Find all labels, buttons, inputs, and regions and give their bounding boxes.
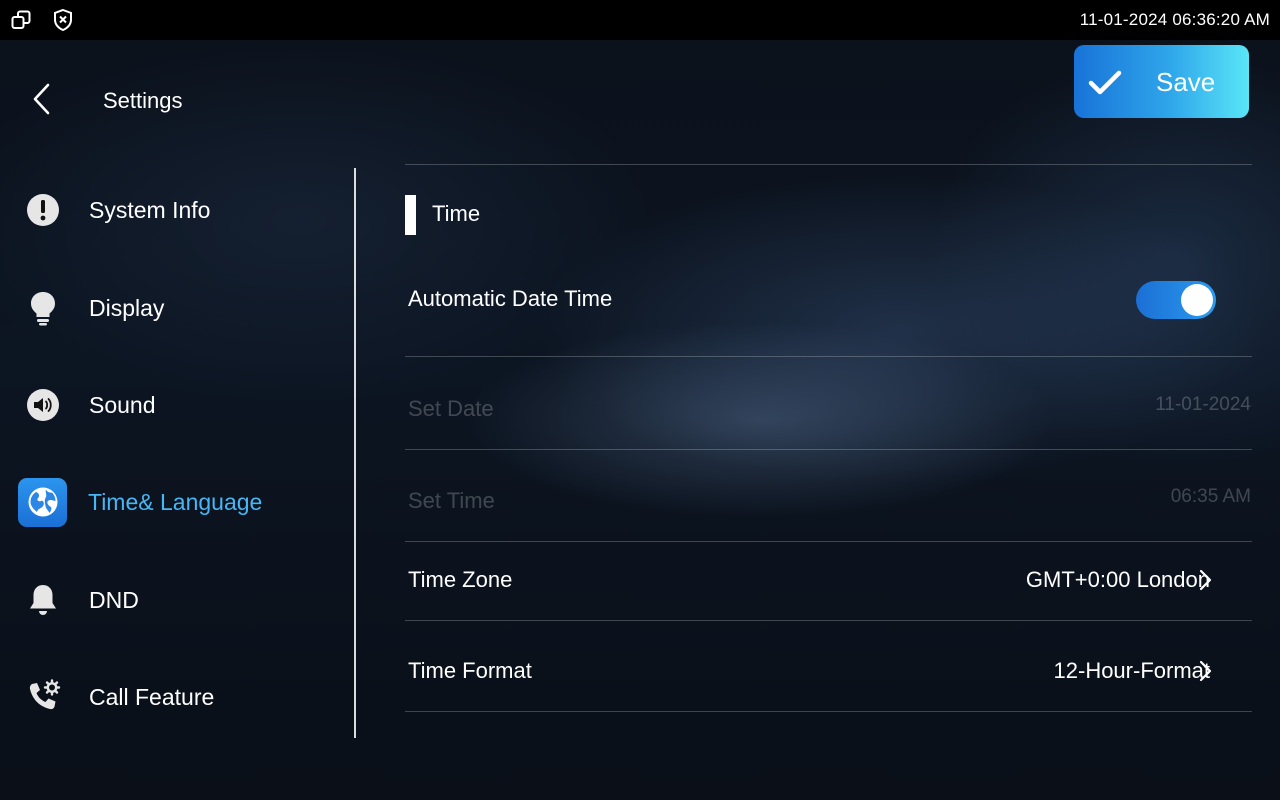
sidebar-item-call-feature[interactable]: Call Feature bbox=[18, 667, 338, 727]
sidebar-item-label: Time& Language bbox=[88, 488, 263, 515]
chevron-right-icon bbox=[1196, 660, 1214, 682]
globe-icon bbox=[18, 477, 67, 527]
sidebar-item-label: Display bbox=[89, 294, 165, 321]
toggle-knob bbox=[1181, 284, 1213, 316]
sidebar-item-sound[interactable]: Sound bbox=[18, 375, 338, 435]
page-title: Settings bbox=[103, 88, 183, 113]
status-bar: 11-01-2024 06:36:20 AM bbox=[0, 0, 1280, 40]
shield-icon bbox=[52, 8, 74, 32]
info-exclamation-icon bbox=[18, 185, 68, 235]
checkmark-icon bbox=[1088, 67, 1122, 102]
speaker-icon bbox=[18, 380, 68, 430]
sidebar-item-label: Sound bbox=[89, 391, 156, 418]
set-date-label: Set Date bbox=[408, 396, 494, 421]
section-title: Time bbox=[432, 201, 481, 226]
divider bbox=[405, 356, 1252, 357]
sidebar-divider bbox=[354, 168, 356, 738]
set-date-value: 11-01-2024 bbox=[1155, 394, 1251, 415]
sidebar-item-label: System Info bbox=[89, 196, 211, 223]
back-button[interactable] bbox=[22, 82, 60, 120]
sidebar-item-label: DND bbox=[89, 586, 139, 613]
divider bbox=[405, 711, 1252, 712]
sidebar-item-label: Call Feature bbox=[89, 683, 215, 710]
window-switch-icon bbox=[10, 9, 32, 31]
time-format-value: 12-Hour-Format bbox=[1053, 658, 1210, 683]
sidebar-item-dnd[interactable]: DND bbox=[18, 570, 338, 630]
divider bbox=[405, 449, 1252, 450]
sidebar-item-display[interactable]: Display bbox=[18, 278, 338, 338]
set-time-value: 06:35 AM bbox=[1170, 486, 1251, 507]
automatic-date-time-toggle[interactable] bbox=[1136, 281, 1216, 319]
automatic-date-time-label: Automatic Date Time bbox=[408, 286, 613, 311]
divider bbox=[405, 164, 1252, 165]
save-button[interactable]: Save bbox=[1074, 45, 1249, 118]
phone-gear-icon bbox=[18, 672, 68, 722]
status-icons bbox=[10, 8, 74, 32]
set-time-label: Set Time bbox=[408, 488, 495, 513]
section-marker bbox=[405, 195, 416, 235]
time-zone-value: GMT+0:00 London bbox=[1025, 567, 1210, 592]
bell-icon bbox=[18, 575, 68, 625]
status-clock: 11-01-2024 06:36:20 AM bbox=[1079, 10, 1270, 29]
lightbulb-icon bbox=[18, 283, 68, 333]
save-label: Save bbox=[1156, 67, 1216, 97]
sidebar-item-time-language[interactable]: Time& Language bbox=[18, 472, 338, 532]
chevron-left-icon bbox=[31, 82, 51, 121]
time-zone-label: Time Zone bbox=[408, 567, 513, 592]
sidebar-item-system-info[interactable]: System Info bbox=[18, 180, 338, 240]
sidebar bbox=[0, 160, 354, 750]
time-format-label: Time Format bbox=[408, 658, 532, 683]
chevron-right-icon bbox=[1196, 569, 1214, 591]
